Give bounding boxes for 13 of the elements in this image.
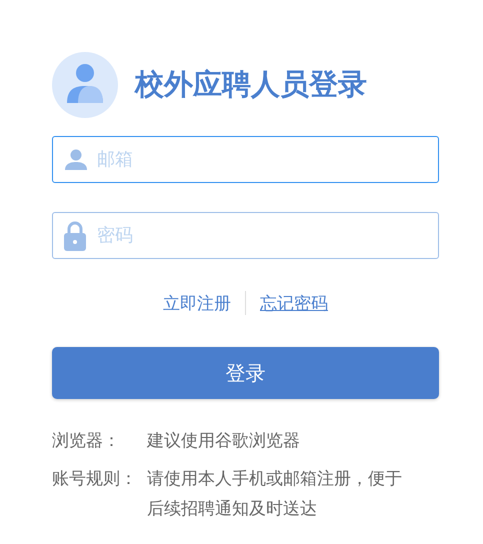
note-label: 浏览器： <box>52 430 121 453</box>
password-field[interactable]: 密码 <box>52 212 439 259</box>
register-link[interactable]: 立即注册 <box>149 292 245 314</box>
note-text: 请使用本人手机或邮箱注册，便于后续招聘通知及时送达 <box>147 468 403 521</box>
page-title: 校外应聘人员登录 <box>135 66 367 103</box>
email-field[interactable]: 邮箱 <box>52 136 439 183</box>
lock-icon <box>64 220 86 250</box>
avatar-icon <box>52 52 118 118</box>
user-icon <box>64 148 88 170</box>
forgot-password-link[interactable]: 忘记密码 <box>246 292 342 314</box>
note-text: 建议使用谷歌浏览器 <box>147 430 301 453</box>
note-label: 账号规则： <box>52 468 138 491</box>
login-button[interactable]: 登录 <box>52 347 439 399</box>
